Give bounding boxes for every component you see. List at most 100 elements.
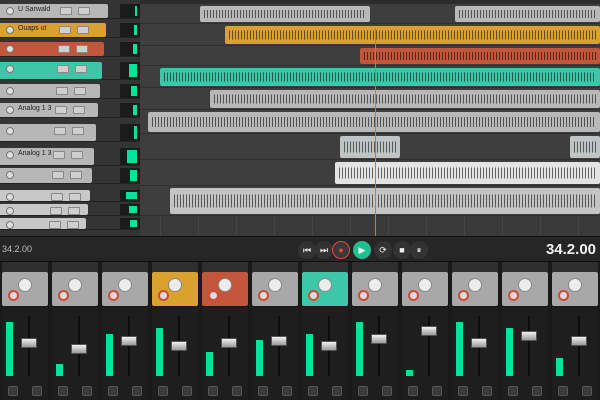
route-icon[interactable] [482,386,492,396]
fx-icon[interactable] [208,386,218,396]
volume-knob-icon[interactable] [6,87,14,95]
media-item[interactable] [360,48,600,64]
strip-header[interactable] [102,262,148,272]
strip-header[interactable] [202,262,248,272]
route-icon[interactable] [432,386,442,396]
strip-header[interactable] [502,262,548,272]
fx-icon[interactable] [408,386,418,396]
solo-button[interactable] [72,127,84,135]
stop-icon[interactable]: ■ [393,241,411,259]
volume-fader[interactable] [571,336,587,346]
media-item[interactable] [170,188,600,214]
route-icon[interactable] [132,386,142,396]
volume-fader[interactable] [221,338,237,348]
track-header[interactable]: Analog 1 3 [0,103,140,118]
solo-button[interactable] [67,221,79,229]
volume-knob-icon[interactable] [6,45,14,53]
solo-button[interactable] [74,87,86,95]
track-lane[interactable] [140,66,600,88]
media-item[interactable] [225,26,600,44]
media-item[interactable] [148,112,600,132]
volume-fader[interactable] [71,344,87,354]
strip-header[interactable] [552,262,598,272]
mute-button[interactable] [60,7,72,15]
mute-button[interactable] [56,87,68,95]
pan-knob-icon[interactable] [68,278,82,292]
volume-knob-icon[interactable] [6,127,14,135]
pan-knob-icon[interactable] [218,278,232,292]
pan-knob-icon[interactable] [468,278,482,292]
pan-knob-icon[interactable] [568,278,582,292]
track-header[interactable] [0,62,140,80]
record-arm-icon[interactable] [108,290,119,301]
mute-button[interactable] [50,207,62,215]
volume-fader[interactable] [21,338,37,348]
record-arm-icon[interactable] [8,290,19,301]
track-header[interactable] [0,84,140,99]
fx-icon[interactable] [458,386,468,396]
track-lane[interactable] [140,110,600,134]
solo-button[interactable] [76,45,88,53]
media-item[interactable] [340,136,400,158]
record-arm-icon[interactable] [158,290,169,301]
play-icon[interactable]: ▶ [353,241,371,259]
fx-icon[interactable] [308,386,318,396]
record-arm-icon[interactable] [208,290,219,301]
track-lane[interactable] [140,88,600,110]
pan-knob-icon[interactable] [118,278,132,292]
track-header[interactable]: Ouaps ut [0,23,140,38]
volume-knob-icon[interactable] [6,26,14,34]
solo-button[interactable] [75,65,87,73]
record-arm-icon[interactable] [358,290,369,301]
track-header[interactable]: Analog 1 3 [0,148,140,166]
record-arm-icon[interactable] [408,290,419,301]
volume-fader[interactable] [121,336,137,346]
track-lane[interactable] [140,4,600,24]
fx-icon[interactable] [508,386,518,396]
strip-header[interactable] [352,262,398,272]
route-icon[interactable] [232,386,242,396]
media-item[interactable] [455,6,600,22]
solo-button[interactable] [68,207,80,215]
volume-fader[interactable] [321,341,337,351]
media-item[interactable] [200,6,370,22]
strip-header[interactable] [252,262,298,272]
track-lane[interactable] [140,46,600,66]
volume-fader[interactable] [421,326,437,336]
volume-fader[interactable] [471,338,487,348]
strip-header[interactable] [402,262,448,272]
pan-knob-icon[interactable] [518,278,532,292]
pan-knob-icon[interactable] [418,278,432,292]
volume-knob-icon[interactable] [6,106,14,114]
media-item[interactable] [210,90,600,108]
strip-header[interactable] [302,262,348,272]
track-header[interactable] [0,168,140,184]
repeat-icon[interactable]: ⟳ [374,241,392,259]
mute-button[interactable] [49,221,61,229]
mute-button[interactable] [58,45,70,53]
solo-button[interactable] [69,193,81,201]
fx-icon[interactable] [258,386,268,396]
solo-button[interactable] [78,7,90,15]
volume-knob-icon[interactable] [6,193,14,201]
record-arm-icon[interactable] [558,290,569,301]
skip-end-icon[interactable]: ⏭ [315,241,333,259]
volume-fader[interactable] [521,331,537,341]
mute-button[interactable] [52,171,64,179]
volume-fader[interactable] [271,336,287,346]
volume-knob-icon[interactable] [6,65,14,73]
solo-button[interactable] [71,151,83,159]
mute-button[interactable] [54,127,66,135]
track-lane[interactable] [140,186,600,216]
record-icon[interactable]: ● [332,241,350,259]
route-icon[interactable] [182,386,192,396]
mute-button[interactable] [53,151,65,159]
route-icon[interactable] [582,386,592,396]
volume-fader[interactable] [171,341,187,351]
arrange-view[interactable]: U Sarwald Ouaps ut Analog 1 3 Analog 1 3 [0,0,600,236]
pan-knob-icon[interactable] [318,278,332,292]
volume-knob-icon[interactable] [6,207,14,215]
fx-icon[interactable] [358,386,368,396]
solo-button[interactable] [70,171,82,179]
track-header[interactable] [0,190,140,202]
